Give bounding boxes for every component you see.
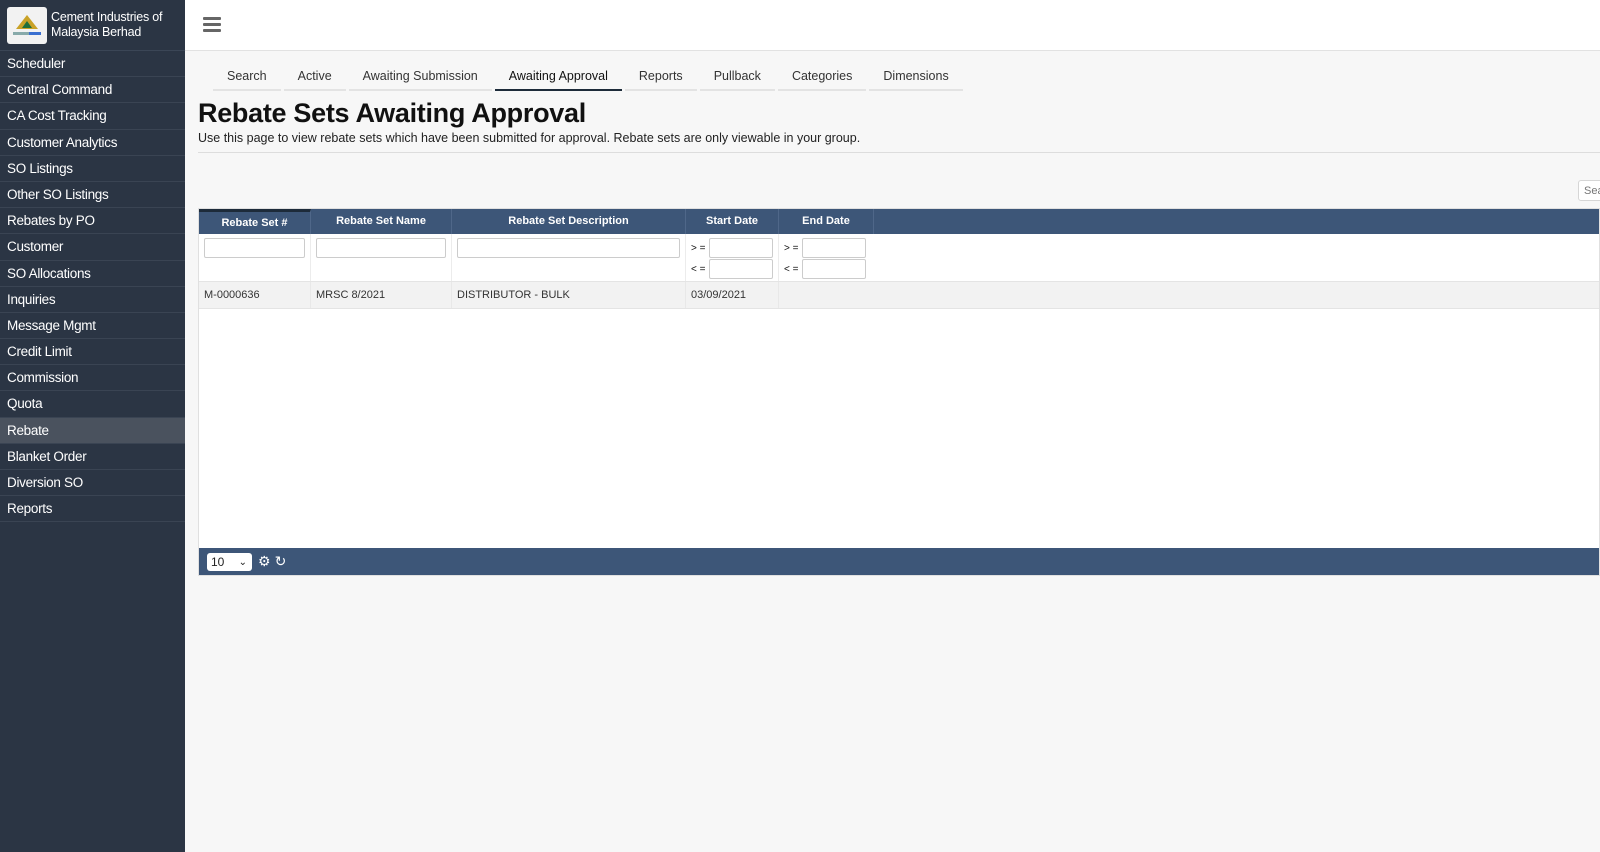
tab-awaiting-approval[interactable]: Awaiting Approval [494,64,622,91]
filter-cell [199,234,311,281]
sidebar-item-reports[interactable]: Reports [0,496,185,523]
sidebar-item-quota[interactable]: Quota [0,391,185,418]
tab-reports[interactable]: Reports [624,64,697,91]
brand-name-line1: Cement Industries of [51,10,163,24]
sidebar-item-scheduler[interactable]: Scheduler [0,51,185,78]
refresh-icon[interactable]: ↻ [275,553,287,570]
filter-cell [311,234,452,281]
filter-cell: > = < = [779,234,874,281]
tab-search[interactable]: Search [213,64,281,91]
grid-footer: 10 ⌄ ⚙ ↻ [199,548,1599,575]
filter-rebate-set-input[interactable] [204,238,305,258]
sidebar-item-message-mgmt[interactable]: Message Mgmt [0,313,185,340]
cell-start-date: 03/09/2021 [686,282,779,308]
column-header-end-date[interactable]: End Date [779,209,874,234]
filter-end-date-to-input[interactable] [802,259,866,279]
sidebar-item-rebate[interactable]: Rebate [0,417,185,444]
tab-bar: Search Active Awaiting Submission Awaiti… [213,64,966,91]
cell-rebate-set-description: DISTRIBUTOR - BULK [452,282,686,308]
brand-name: Cement Industries of Malaysia Berhad [51,10,163,40]
sidebar-nav: Scheduler Central Command CA Cost Tracki… [0,51,185,523]
column-header-rebate-set-name[interactable]: Rebate Set Name [311,209,452,234]
sidebar-item-customer-analytics[interactable]: Customer Analytics [0,130,185,156]
filter-row: > = < = > = < = [199,234,1599,282]
sidebar-item-credit-limit[interactable]: Credit Limit [0,339,185,366]
brand[interactable]: Cement Industries of Malaysia Berhad [0,0,185,51]
sidebar-item-other-so-listings[interactable]: Other SO Listings [0,182,185,209]
grid-header: Rebate Set # Rebate Set Name Rebate Set … [199,209,1599,234]
sidebar-item-customer[interactable]: Customer [0,234,185,261]
column-header-rebate-set-description[interactable]: Rebate Set Description [452,209,686,234]
lte-operator-label: < = [691,263,706,275]
column-header-rebate-set[interactable]: Rebate Set # [199,209,311,234]
tab-active[interactable]: Active [283,64,346,91]
filter-start-date-from-input[interactable] [709,238,773,258]
sidebar-item-commission[interactable]: Commission [0,365,185,392]
sidebar-item-so-allocations[interactable]: SO Allocations [0,261,185,287]
tab-categories[interactable]: Categories [777,64,867,91]
filter-cell: > = < = [686,234,779,281]
filter-cell [452,234,686,281]
page-description: Use this page to view rebate sets which … [198,131,861,145]
tab-dimensions[interactable]: Dimensions [869,64,963,91]
brand-name-line2: Malaysia Berhad [51,25,142,39]
table-row[interactable]: M-0000636 MRSC 8/2021 DISTRIBUTOR - BULK… [199,282,1599,309]
sidebar-item-blanket-order[interactable]: Blanket Order [0,444,185,470]
tab-pullback[interactable]: Pullback [699,64,775,91]
divider [198,152,1600,153]
cell-rebate-set: M-0000636 [199,282,311,308]
lte-operator-label: < = [784,263,799,275]
sidebar-item-rebates-by-po[interactable]: Rebates by PO [0,208,185,235]
page-title: Rebate Sets Awaiting Approval [198,98,586,128]
page-size-select[interactable]: 10 ⌄ [207,552,252,571]
tab-awaiting-submission[interactable]: Awaiting Submission [348,64,492,91]
filter-rebate-set-name-input[interactable] [316,238,446,258]
rebate-sets-grid: Rebate Set # Rebate Set Name Rebate Set … [198,208,1600,576]
sidebar: Cement Industries of Malaysia Berhad Sch… [0,0,185,852]
gte-operator-label: > = [691,242,706,254]
company-logo [7,6,47,44]
grid-search-input[interactable] [1578,180,1600,201]
cell-rebate-set-name: MRSC 8/2021 [311,282,452,308]
filter-description-input[interactable] [457,238,680,258]
gear-icon[interactable]: ⚙ [258,553,271,570]
chevron-down-icon: ⌄ [238,556,247,568]
sidebar-item-so-listings[interactable]: SO Listings [0,156,185,182]
filter-end-date-from-input[interactable] [802,238,866,258]
filter-start-date-to-input[interactable] [709,259,773,279]
hamburger-menu-icon[interactable] [203,17,221,32]
page-size-value: 10 [211,554,225,569]
sidebar-item-central-command[interactable]: Central Command [0,77,185,104]
sidebar-item-ca-cost-tracking[interactable]: CA Cost Tracking [0,103,185,130]
gte-operator-label: > = [784,242,799,254]
top-bar [185,0,1600,51]
sidebar-item-diversion-so[interactable]: Diversion SO [0,470,185,497]
column-header-start-date[interactable]: Start Date [686,209,779,234]
sidebar-item-inquiries[interactable]: Inquiries [0,287,185,313]
cell-end-date [779,282,874,308]
